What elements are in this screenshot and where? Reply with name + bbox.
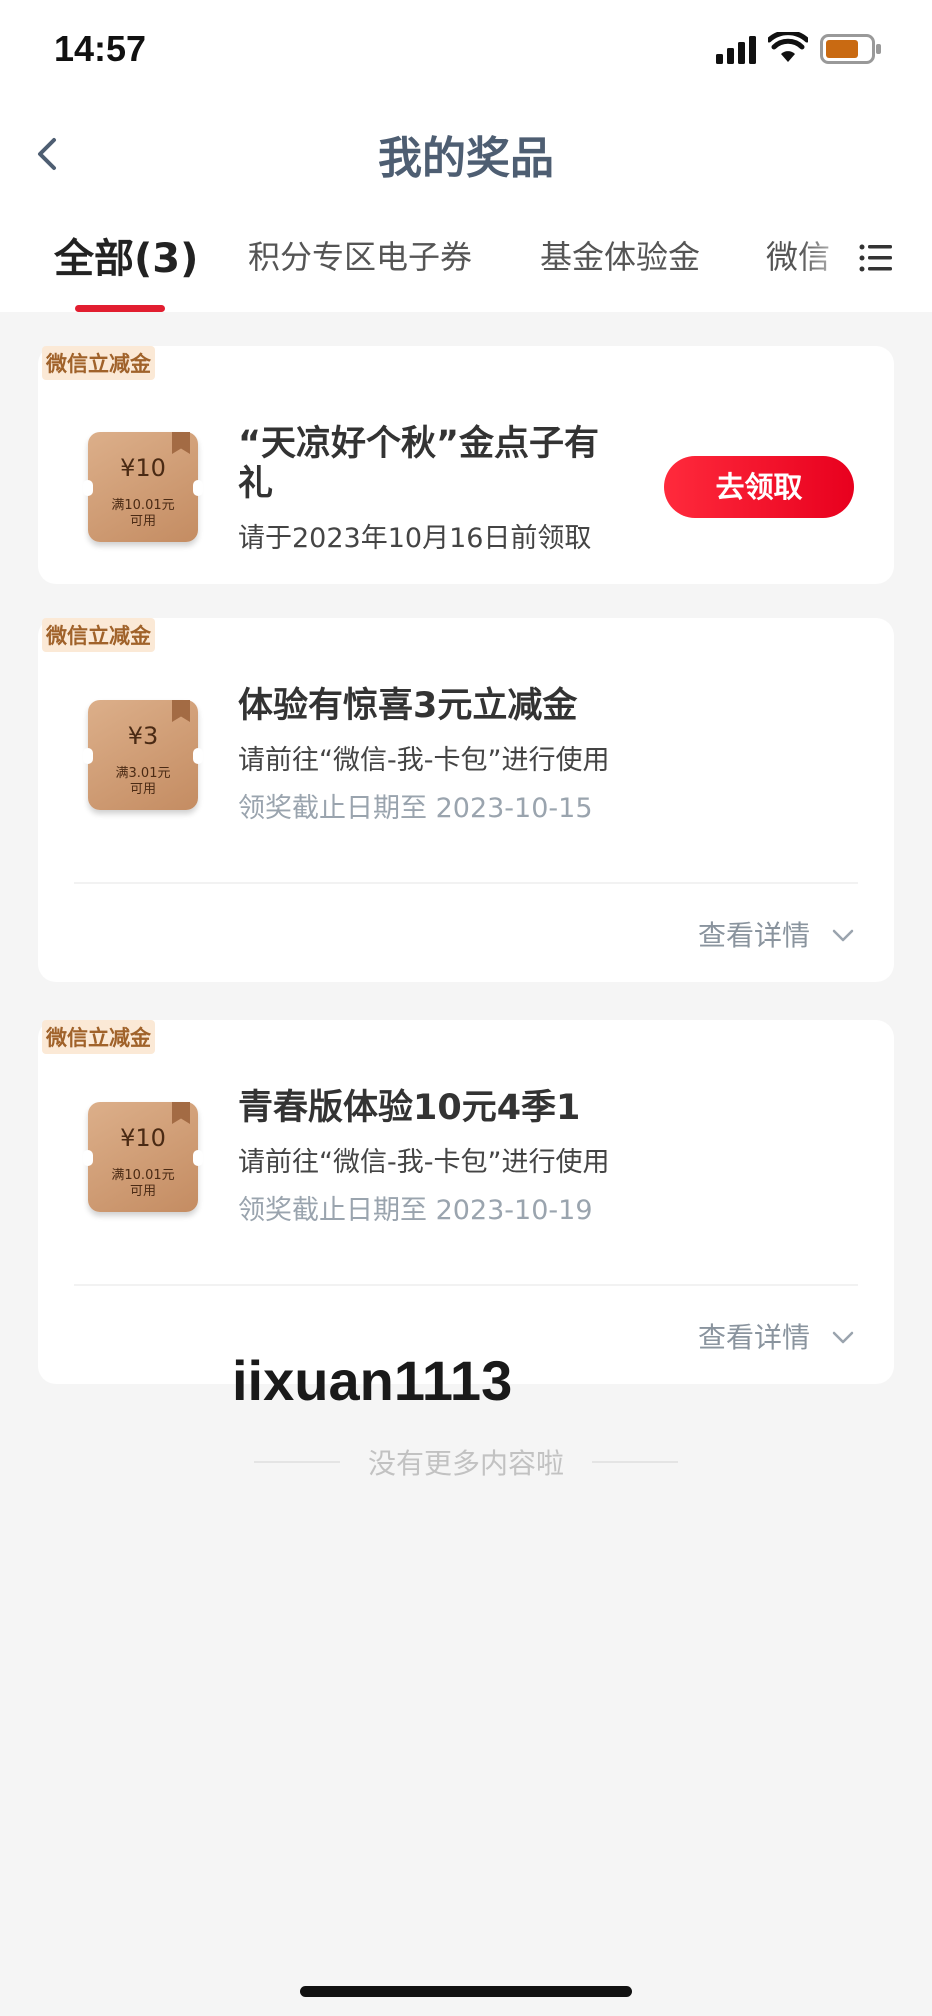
tab-fade [800, 222, 860, 292]
status-time: 14:57 [54, 28, 147, 69]
bookmark-icon [172, 700, 190, 722]
prize-description: 请前往“微信-我-卡包”进行使用 [238, 1147, 610, 1178]
chevron-down-icon[interactable] [832, 1330, 854, 1346]
nav-bar: 我的奖品 [0, 110, 932, 198]
prize-category-badge: 微信立减金 [42, 346, 155, 380]
list-menu-icon[interactable] [858, 240, 894, 276]
prize-card: 微信立减金 ¥10 满10.01元 可用 “天凉好个秋”金点子有 礼 请于202… [38, 346, 894, 584]
tab-bar: 全部(3) 积分专区电子券 基金体验金 微信 [0, 222, 932, 312]
tab-fund-trial[interactable]: 基金体验金 [540, 232, 700, 278]
coupon-image: ¥10 满10.01元 可用 [83, 432, 203, 542]
coupon-image: ¥10 满10.01元 可用 [83, 1102, 203, 1212]
watermark-text: iixuan1113 [232, 1349, 513, 1412]
view-details-link[interactable]: 查看详情 [698, 1316, 810, 1356]
signal-icon [716, 36, 756, 64]
coupon-amount: ¥10 [120, 454, 166, 482]
tab-all[interactable]: 全部(3) [54, 226, 198, 284]
page-title: 我的奖品 [378, 133, 554, 184]
coupon-condition: 满10.01元 可用 [111, 1168, 175, 1199]
tab-points-coupons[interactable]: 积分专区电子券 [248, 232, 472, 278]
coupon-condition: 满10.01元 可用 [111, 498, 175, 529]
status-bar: 14:57 [0, 0, 932, 100]
prize-card: 微信立减金 ¥10 满10.01元 可用 青春版体验10元4季1 请前往“微信-… [38, 1020, 894, 1384]
bookmark-icon [172, 1102, 190, 1124]
prize-description: 请于2023年10月16日前领取 [238, 523, 592, 554]
coupon-amount: ¥10 [120, 1124, 166, 1152]
prize-deadline: 领奖截止日期至 2023-10-15 [238, 793, 593, 824]
prize-description: 请前往“微信-我-卡包”进行使用 [238, 745, 610, 776]
prize-category-badge: 微信立减金 [42, 1020, 155, 1054]
chevron-down-icon[interactable] [832, 928, 854, 944]
divider [74, 882, 858, 884]
coupon-amount: ¥3 [127, 722, 159, 750]
bookmark-icon [172, 432, 190, 454]
prize-card: 微信立减金 ¥3 满3.01元 可用 体验有惊喜3元立减金 请前往“微信-我-卡… [38, 618, 894, 982]
active-tab-indicator [75, 305, 165, 312]
view-details-link[interactable]: 查看详情 [698, 914, 810, 954]
top-panel: 14:57 我的奖品 全部(3) 积分专区电子券 基金体验金 微信 [0, 0, 932, 312]
battery-icon [820, 34, 881, 64]
prize-title: 体验有惊喜3元立减金 [238, 686, 578, 726]
coupon-image: ¥3 满3.01元 可用 [83, 700, 203, 810]
coupon-condition: 满3.01元 可用 [115, 766, 171, 797]
no-more-content-text: 没有更多内容啦 [367, 1447, 564, 1480]
wifi-icon [768, 32, 808, 62]
divider [74, 1284, 858, 1286]
claim-button[interactable]: 去领取 [664, 456, 854, 518]
home-indicator[interactable] [300, 1986, 632, 1997]
prize-title: “天凉好个秋”金点子有 礼 [238, 424, 600, 504]
prize-category-badge: 微信立减金 [42, 618, 155, 652]
prize-title: 青春版体验10元4季1 [238, 1088, 581, 1128]
prize-deadline: 领奖截止日期至 2023-10-19 [238, 1195, 593, 1226]
